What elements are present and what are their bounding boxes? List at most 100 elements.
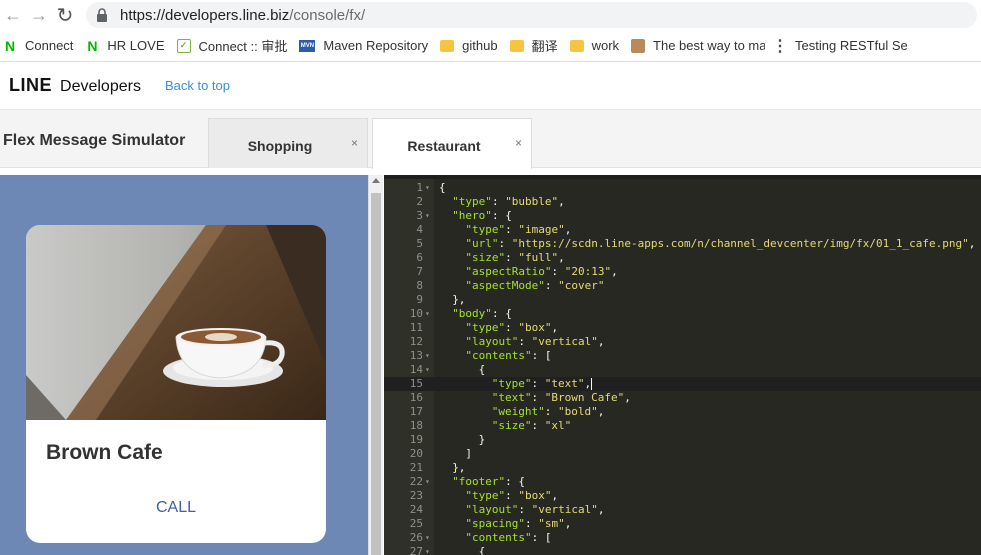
line-number: 7	[416, 265, 423, 278]
code-line[interactable]: 19}	[384, 433, 981, 447]
fold-arrow-icon[interactable]: ▾	[425, 349, 430, 363]
line-number: 16	[409, 391, 423, 404]
close-icon[interactable]: ×	[351, 136, 358, 150]
reload-icon[interactable]: ↻	[52, 2, 78, 28]
fold-arrow-icon[interactable]: ▾	[425, 545, 430, 555]
code-line[interactable]: 23 "type": "box",	[384, 489, 981, 503]
code-line[interactable]: 6 "size": "full",	[384, 251, 981, 265]
fold-arrow-icon[interactable]: ▾	[425, 475, 430, 489]
line-number: 2	[416, 195, 423, 208]
code-line[interactable]: 14 ▾ {	[384, 363, 981, 377]
code-text: "size": "full",	[465, 251, 565, 264]
code-line[interactable]: 17 "weight": "bold",	[384, 405, 981, 419]
line-number: 24	[409, 503, 423, 516]
close-icon[interactable]: ×	[515, 136, 522, 150]
line-number: 20	[409, 447, 423, 460]
code-line[interactable]: 27 ▾ {	[384, 545, 981, 555]
preview-scrollbar[interactable]	[368, 175, 383, 555]
bookmark-github[interactable]: github	[437, 30, 506, 61]
line-number: 26	[409, 531, 423, 544]
code-line[interactable]: 3 ▾ "hero": {	[384, 209, 981, 223]
back-arrow-icon[interactable]: ←	[0, 2, 26, 28]
line-number: 5	[416, 237, 423, 250]
forward-arrow-icon[interactable]: →	[26, 2, 52, 28]
code-line[interactable]: 10 ▾ "body": {	[384, 307, 981, 321]
code-text: },	[452, 293, 466, 306]
flex-preview-panel: Brown Cafe CALL	[0, 175, 368, 555]
code-line[interactable]: 13 ▾ "contents": [	[384, 349, 981, 363]
checklist-icon: ✓	[176, 38, 191, 53]
code-line[interactable]: 25 "spacing": "sm",	[384, 517, 981, 531]
code-line[interactable]: 15 "type": "text",	[384, 377, 981, 391]
code-text: "type": "box",	[465, 489, 559, 502]
code-text: "type": "box",	[465, 321, 559, 334]
bubble-card: Brown Cafe CALL	[26, 225, 326, 543]
hero-image	[26, 225, 326, 420]
code-text: "type": "text",	[491, 377, 593, 390]
code-text: "contents": [	[465, 349, 552, 362]
code-line[interactable]: 12 "layout": "vertical",	[384, 335, 981, 349]
fold-arrow-icon[interactable]: ▾	[425, 209, 430, 223]
code-line[interactable]: 26 ▾ "contents": [	[384, 531, 981, 545]
line-number: 21	[409, 461, 423, 474]
json-code-editor[interactable]: 1 ▾{2 "type": "bubble", 3 ▾ "hero": {4 "type":…	[384, 175, 981, 555]
code-line[interactable]: 11 "type": "box",	[384, 321, 981, 335]
line-number: 14	[409, 363, 423, 376]
bookmark-best-way[interactable]: The best way to ma	[628, 30, 774, 61]
line-number: 6	[416, 251, 423, 264]
code-line[interactable]: 2 "type": "bubble",	[384, 195, 981, 209]
tab-restaurant[interactable]: Restaurant ×	[372, 118, 532, 169]
line-number: 17	[409, 405, 423, 418]
folder-icon	[509, 39, 524, 52]
code-text: "aspectRatio": "20:13",	[465, 265, 618, 278]
line-developers-logo[interactable]: LINE Developers	[9, 75, 141, 96]
code-text: "body": {	[452, 307, 512, 320]
code-text: "layout": "vertical",	[465, 335, 605, 348]
bookmark-hr-love[interactable]: N HR LOVE	[82, 30, 173, 61]
bookmark-connect[interactable]: N Connect	[0, 30, 82, 61]
code-text: "weight": "bold",	[491, 405, 605, 418]
bookmark-maven-repository[interactable]: MVN Maven Repository	[296, 30, 437, 61]
tab-shopping[interactable]: Shopping ×	[208, 118, 368, 168]
line-number: 9	[416, 293, 423, 306]
code-line[interactable]: 4 "type": "image",	[384, 223, 981, 237]
bookmarks-bar: N Connect N HR LOVE ✓ Connect :: 审批 MVN Mave…	[0, 30, 981, 62]
code-text: {	[478, 545, 486, 555]
call-button[interactable]: CALL	[26, 499, 326, 517]
code-line[interactable]: 5 "url": "https://scdn.line-apps.com/n/ch…	[384, 237, 981, 251]
line-number: 1	[416, 181, 423, 194]
url-input[interactable]: https://developers.line.biz/console/fx/	[86, 2, 977, 28]
line-n-icon: N	[4, 37, 16, 54]
folder-icon	[440, 39, 455, 52]
code-line[interactable]: 8 "aspectMode": "cover"	[384, 279, 981, 293]
line-number: 10	[409, 307, 423, 320]
code-line[interactable]: 22 ▾ "footer": {	[384, 475, 981, 489]
fold-arrow-icon[interactable]: ▾	[425, 363, 430, 377]
code-text: "type": "image",	[465, 223, 572, 236]
line-number: 8	[416, 279, 423, 292]
mvn-icon: MVN	[299, 39, 316, 52]
bookmark-work[interactable]: work	[567, 30, 628, 61]
scroll-up-icon[interactable]	[372, 178, 380, 183]
line-number: 23	[409, 489, 423, 502]
code-text: "footer": {	[452, 475, 526, 488]
code-line[interactable]: 24 "layout": "vertical",	[384, 503, 981, 517]
code-text: }	[478, 433, 486, 446]
fold-arrow-icon[interactable]: ▾	[425, 181, 430, 195]
back-to-top-link[interactable]: Back to top	[165, 78, 230, 93]
url-host: https://developers.line.biz	[120, 6, 290, 24]
line-number: 25	[409, 517, 423, 530]
code-line[interactable]: 7 "aspectRatio": "20:13",	[384, 265, 981, 279]
bookmark-translate[interactable]: 翻译	[507, 30, 567, 61]
code-line[interactable]: 20]	[384, 447, 981, 461]
fold-arrow-icon[interactable]: ▾	[425, 307, 430, 321]
bookmark-testing-restful[interactable]: ⋮ Testing RESTful Ser	[772, 30, 916, 61]
code-line[interactable]: 1 ▾ {	[384, 181, 981, 195]
code-line[interactable]: 18 "size": "xl"	[384, 419, 981, 433]
code-line[interactable]: 16 "text": "Brown Cafe",	[384, 391, 981, 405]
code-line[interactable]: 9},	[384, 293, 981, 307]
code-line[interactable]: 21},	[384, 461, 981, 475]
bookmark-connect-approval[interactable]: ✓ Connect :: 审批	[174, 30, 297, 61]
scrollbar-thumb[interactable]	[371, 193, 381, 555]
fold-arrow-icon[interactable]: ▾	[425, 531, 430, 545]
